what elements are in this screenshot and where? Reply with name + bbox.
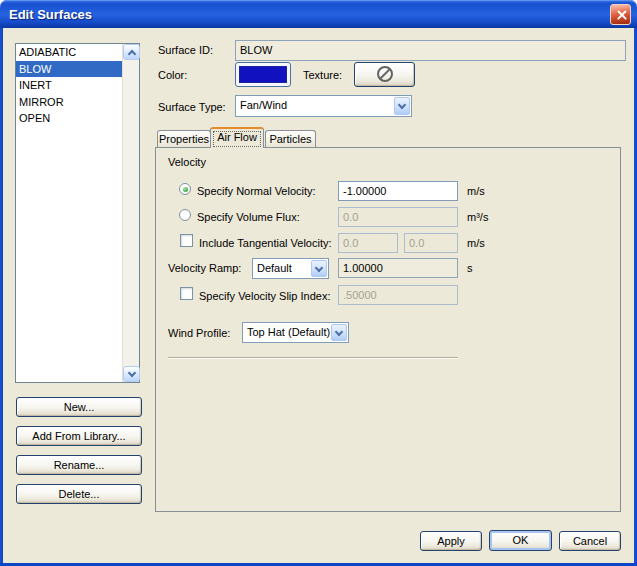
chevron-down-icon[interactable] <box>311 260 327 277</box>
normal-velocity-input[interactable]: -1.00000 <box>338 181 458 201</box>
chevron-up-icon <box>127 50 135 58</box>
slip-index-checkbox[interactable] <box>180 287 193 300</box>
window-title: Edit Surfaces <box>9 7 92 22</box>
volume-flux-label: Specify Volume Flux: <box>197 211 300 224</box>
titlebar[interactable]: Edit Surfaces <box>0 0 637 28</box>
scroll-down-button[interactable] <box>123 366 140 382</box>
normal-velocity-radio[interactable] <box>179 183 191 195</box>
tangential-velocity-input-2: 0.0 <box>404 233 458 253</box>
delete-button[interactable]: Delete... <box>16 484 142 504</box>
texture-button[interactable] <box>354 62 415 87</box>
apply-button[interactable]: Apply <box>420 531 482 551</box>
wind-profile-dropdown[interactable]: Top Hat (Default) <box>242 322 349 343</box>
texture-label: Texture: <box>303 69 342 82</box>
chevron-down-icon <box>127 369 135 377</box>
tangential-velocity-checkbox[interactable] <box>180 234 193 247</box>
volume-flux-unit: m³/s <box>467 211 488 224</box>
tangential-velocity-label: Include Tangential Velocity: <box>199 237 332 250</box>
wind-profile-value: Top Hat (Default) <box>247 326 330 338</box>
color-label: Color: <box>158 69 187 82</box>
velocity-ramp-value: Default <box>257 262 292 274</box>
surface-id-field[interactable]: BLOW <box>235 40 626 61</box>
normal-velocity-label: Specify Normal Velocity: <box>197 185 316 198</box>
surface-listbox[interactable]: ADIABATIC BLOW INERT MIRROR OPEN <box>15 43 140 383</box>
cancel-button[interactable]: Cancel <box>559 531 621 551</box>
chevron-down-icon[interactable] <box>394 97 410 115</box>
list-scrollbar[interactable] <box>122 44 139 382</box>
velocity-ramp-dropdown[interactable]: Default <box>252 258 329 279</box>
color-swatch <box>239 66 287 83</box>
tab-air-flow[interactable]: Air Flow <box>210 127 264 148</box>
surface-type-value: Fan/Wind <box>240 99 287 111</box>
velocity-ramp-label: Velocity Ramp: <box>168 262 241 275</box>
surface-type-label: Surface Type: <box>158 101 226 114</box>
chevron-down-icon[interactable] <box>331 324 347 341</box>
volume-flux-radio[interactable] <box>179 209 191 221</box>
list-item-blow[interactable]: BLOW <box>16 61 122 78</box>
edit-surfaces-dialog: Edit Surfaces ADIABATIC BLOW INERT MIRRO… <box>0 0 637 566</box>
volume-flux-input: 0.0 <box>338 207 458 227</box>
surface-id-label: Surface ID: <box>158 44 213 57</box>
velocity-ramp-unit: s <box>467 262 473 275</box>
tangential-velocity-unit: m/s <box>467 237 485 250</box>
tab-properties[interactable]: Properties <box>157 130 211 147</box>
window-border-left <box>0 28 3 563</box>
list-item-open[interactable]: OPEN <box>16 110 122 127</box>
tab-particles[interactable]: Particles <box>265 130 316 147</box>
scroll-up-button[interactable] <box>123 44 140 60</box>
tangential-velocity-input-1: 0.0 <box>338 233 398 253</box>
list-item-mirror[interactable]: MIRROR <box>16 94 122 111</box>
add-from-library-button[interactable]: Add From Library... <box>16 426 142 446</box>
ok-button[interactable]: OK <box>489 530 552 551</box>
surface-type-dropdown[interactable]: Fan/Wind <box>235 95 412 117</box>
list-item-inert[interactable]: INERT <box>16 77 122 94</box>
close-button[interactable] <box>610 4 631 25</box>
separator-line <box>168 357 458 359</box>
rename-button[interactable]: Rename... <box>16 455 142 475</box>
slip-index-label: Specify Velocity Slip Index: <box>199 290 330 303</box>
new-button[interactable]: New... <box>16 397 142 417</box>
color-swatch-button[interactable] <box>235 62 291 87</box>
velocity-ramp-input[interactable]: 1.00000 <box>338 258 458 278</box>
velocity-section-label: Velocity <box>168 156 206 169</box>
slip-index-input: .50000 <box>338 285 458 305</box>
list-item-adiabatic[interactable]: ADIABATIC <box>16 44 122 61</box>
no-texture-icon <box>377 66 393 82</box>
wind-profile-label: Wind Profile: <box>168 327 230 340</box>
normal-velocity-unit: m/s <box>467 185 485 198</box>
